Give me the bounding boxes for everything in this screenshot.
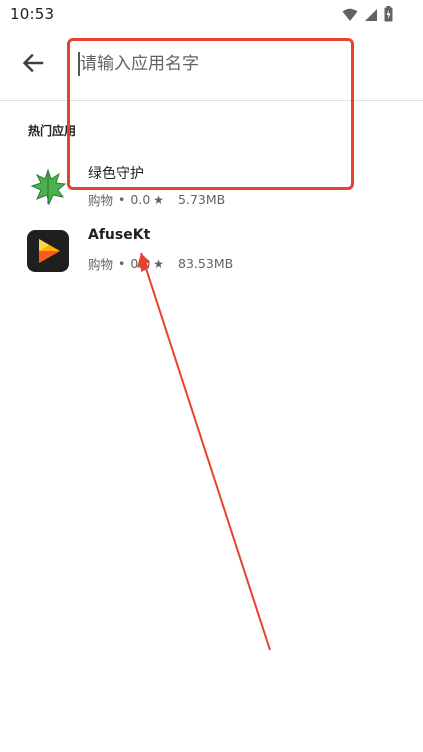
battery-charging-icon [384, 6, 393, 26]
app-rating: 0.0 [130, 192, 151, 207]
back-button[interactable] [14, 46, 52, 84]
app-category: 购物 [88, 193, 114, 208]
annotation-arrow [137, 252, 271, 651]
app-category: 购物 [88, 257, 114, 272]
green-leaf-icon [27, 166, 69, 208]
status-time: 10:53 [10, 5, 55, 23]
separator-dot: • [118, 256, 126, 271]
play-triangle-icon [27, 230, 69, 272]
list-item[interactable]: 绿色守护 购物 • 0.0 ★ 5.73MB [0, 166, 423, 228]
star-icon: ★ [153, 192, 165, 207]
app-size: 83.53MB [178, 256, 234, 271]
list-item[interactable]: AfuseKt 购物 • 0.0 ★ 83.53MB [0, 227, 423, 292]
app-meta: 购物 • 0.0 ★ 5.73MB [88, 190, 225, 209]
section-title: 热门应用 [28, 124, 77, 138]
app-rating: 0.0 [130, 256, 151, 271]
app-meta: 购物 • 0.0 ★ 83.53MB [88, 254, 233, 273]
arrow-left-icon [22, 52, 44, 78]
star-icon: ★ [153, 256, 165, 271]
app-name: AfuseKt [88, 227, 151, 243]
status-icons [342, 6, 393, 26]
search-input[interactable] [78, 48, 340, 80]
app-size: 5.73MB [178, 192, 226, 207]
signal-icon [364, 7, 378, 26]
search-header [0, 30, 423, 101]
status-bar: 10:53 [0, 0, 423, 30]
separator-dot: • [118, 192, 126, 207]
app-screen: 10:53 请输入应用名字 热门应用 绿色守护 购物 • 0.0 ★ 5.73M… [0, 0, 423, 752]
wifi-icon [342, 7, 358, 26]
app-name: 绿色守护 [88, 166, 144, 182]
